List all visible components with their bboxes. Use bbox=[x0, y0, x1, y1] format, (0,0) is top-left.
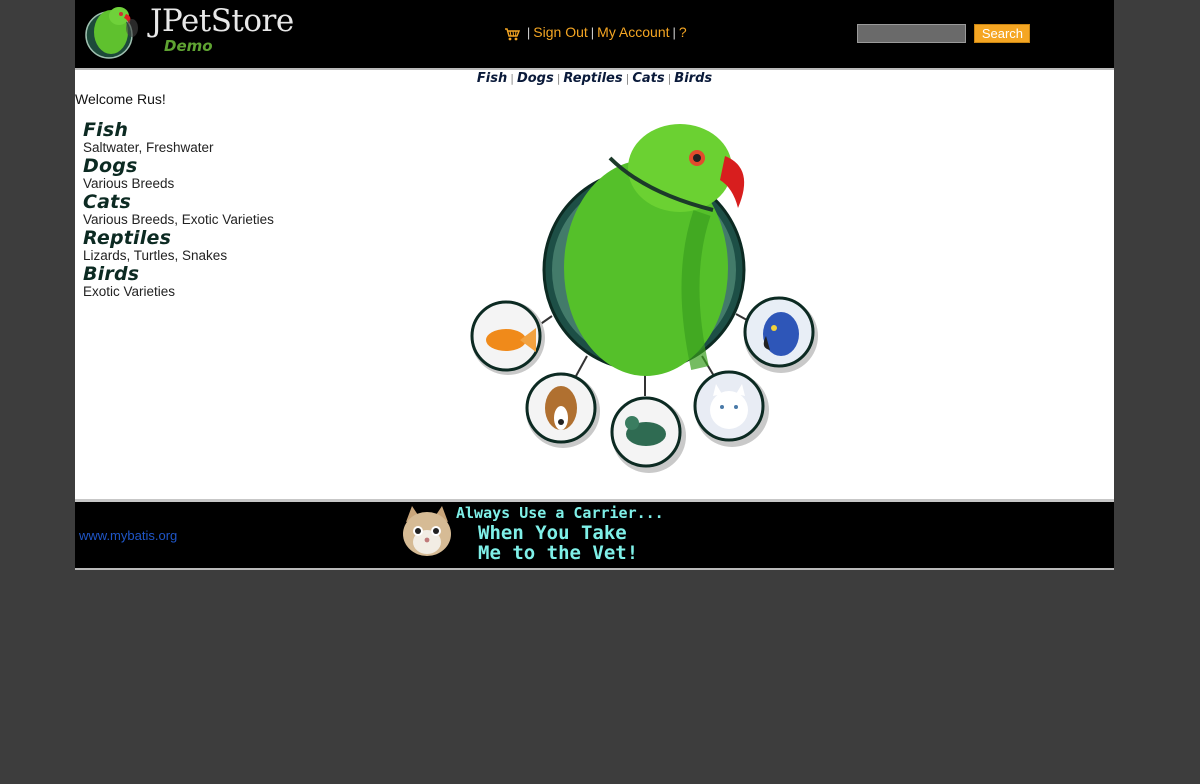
category-sidebar: Fish Saltwater, Freshwater Dogs Various … bbox=[83, 120, 274, 300]
sidebar-item-reptiles-description: Lizards, Turtles, Snakes bbox=[83, 248, 228, 263]
banner-line-2: When You Take bbox=[478, 522, 627, 544]
quicklink-separator: | bbox=[510, 72, 514, 85]
sidebar-item-reptiles-link[interactable]: Reptiles bbox=[83, 228, 274, 248]
sidebar-item-dogs-description: Various Breeds bbox=[83, 176, 175, 191]
quick-links: Fish | Dogs | Reptiles | Cats | Birds bbox=[75, 71, 1114, 86]
cat-circle[interactable] bbox=[693, 370, 769, 447]
logo-subtitle: Demo bbox=[164, 37, 213, 55]
search-button[interactable]: Search bbox=[974, 24, 1031, 43]
help-link[interactable]: ? bbox=[679, 24, 687, 40]
page-wrapper: JPetStore Demo | Sign Out | My Account |? Se… bbox=[75, 0, 1114, 570]
sidebar-item-fish: Fish Saltwater, Freshwater bbox=[83, 120, 274, 156]
fish-circle[interactable] bbox=[470, 300, 545, 375]
sidebar-item-reptiles: Reptiles Lizards, Turtles, Snakes bbox=[83, 228, 274, 264]
quicklink-separator: | bbox=[556, 72, 561, 85]
sidebar-item-birds: Birds Exotic Varieties bbox=[83, 264, 274, 300]
cart-link[interactable] bbox=[504, 24, 524, 41]
search-input[interactable] bbox=[857, 24, 966, 43]
sidebar-item-dogs-link[interactable]: Dogs bbox=[83, 156, 274, 176]
logo[interactable]: JPetStore Demo bbox=[84, 2, 294, 59]
quicklink-cats[interactable]: Cats bbox=[632, 71, 664, 86]
sidebar-item-cats-description: Various Breeds, Exotic Varieties bbox=[83, 212, 274, 227]
banner-line-3: Me to the Vet! bbox=[478, 542, 639, 564]
banner-line-1: Always Use a Carrier... bbox=[456, 504, 664, 522]
kitten-icon bbox=[403, 506, 451, 556]
search-form: Search bbox=[857, 24, 1031, 43]
sidebar-item-cats-link[interactable]: Cats bbox=[83, 192, 274, 212]
footer-divider bbox=[75, 568, 1114, 570]
footer: www.mybatis.org Always Use a Carrier... … bbox=[75, 502, 1114, 568]
header-menu: | Sign Out | My Account |? bbox=[504, 24, 687, 41]
quicklink-birds[interactable]: Birds bbox=[674, 71, 712, 86]
mybatis-link[interactable]: www.mybatis.org bbox=[79, 528, 177, 543]
menu-separator: | bbox=[590, 25, 595, 40]
sidebar-item-dogs: Dogs Various Breeds bbox=[83, 156, 274, 192]
sidebar-item-cats: Cats Various Breeds, Exotic Varieties bbox=[83, 192, 274, 228]
welcome-message: Welcome Rus! bbox=[75, 91, 166, 107]
quicklink-fish[interactable]: Fish bbox=[477, 71, 507, 86]
parrot-logo-icon bbox=[85, 7, 138, 59]
sidebar-item-fish-description: Saltwater, Freshwater bbox=[83, 140, 214, 155]
sidebar-item-birds-link[interactable]: Birds bbox=[83, 264, 274, 284]
sidebar-item-fish-link[interactable]: Fish bbox=[83, 120, 274, 140]
sign-out-link[interactable]: Sign Out bbox=[533, 24, 587, 40]
menu-separator: | bbox=[526, 25, 531, 40]
quicklink-dogs[interactable]: Dogs bbox=[517, 71, 554, 86]
header: JPetStore Demo | Sign Out | My Account |? Se… bbox=[75, 0, 1114, 68]
main-content: Fish | Dogs | Reptiles | Cats | Birds Welcome Ru… bbox=[75, 70, 1114, 499]
reptile-circle[interactable] bbox=[610, 396, 686, 473]
pet-category-image-map bbox=[470, 124, 818, 473]
quicklink-reptiles[interactable]: Reptiles bbox=[563, 71, 622, 86]
quicklink-separator: | bbox=[625, 72, 630, 85]
menu-separator: | bbox=[672, 25, 676, 40]
sidebar-item-birds-description: Exotic Varieties bbox=[83, 284, 176, 299]
banner-ad[interactable]: Always Use a Carrier... When You Take Me… bbox=[398, 502, 678, 566]
shopping-cart-icon bbox=[505, 28, 520, 41]
quicklink-separator: | bbox=[667, 72, 672, 85]
logo-title: JPetStore bbox=[150, 3, 294, 39]
my-account-link[interactable]: My Account bbox=[597, 24, 669, 40]
bird-main-circle[interactable] bbox=[542, 124, 746, 376]
macaw-circle[interactable] bbox=[743, 296, 818, 373]
dog-circle[interactable] bbox=[525, 372, 600, 448]
